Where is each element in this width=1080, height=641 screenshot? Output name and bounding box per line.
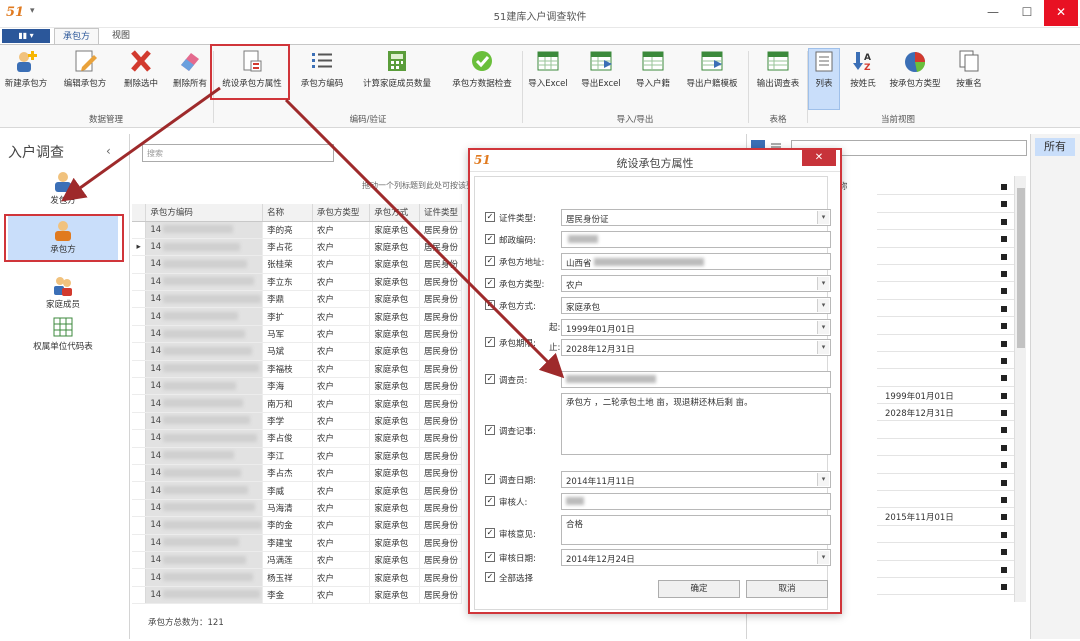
arrow-to-nav bbox=[61, 86, 221, 202]
annotation-arrows bbox=[61, 86, 565, 379]
arrow-to-dialog bbox=[284, 98, 565, 379]
